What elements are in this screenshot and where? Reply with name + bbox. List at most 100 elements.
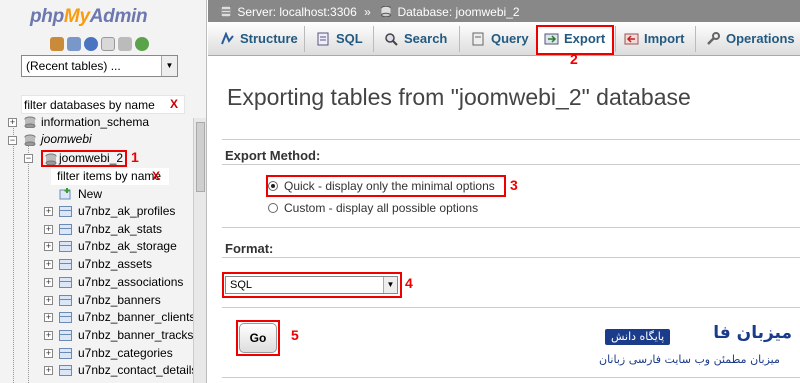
table-item[interactable]: u7nbz_ak_profiles bbox=[78, 203, 175, 219]
expand-icon[interactable]: + bbox=[8, 118, 17, 127]
table-item[interactable]: u7nbz_assets bbox=[78, 256, 152, 272]
expand-icon[interactable]: + bbox=[44, 349, 53, 358]
table-item[interactable]: u7nbz_contact_details bbox=[78, 362, 197, 378]
table-item[interactable]: u7nbz_categories bbox=[78, 345, 173, 361]
clear-filter-button[interactable]: X bbox=[170, 97, 178, 111]
tab-query[interactable]: Query bbox=[467, 25, 529, 55]
filter-items-input[interactable]: filter items by name X bbox=[51, 168, 169, 185]
nav-scrollbar[interactable] bbox=[193, 118, 206, 383]
annotation-number-5: 5 bbox=[291, 327, 299, 343]
db-group-joomwebi[interactable]: joomwebi bbox=[41, 131, 92, 147]
table-item[interactable]: u7nbz_associations bbox=[78, 274, 183, 290]
watermark-title: میزبان فا bbox=[713, 323, 792, 343]
db-information-schema[interactable]: information_schema bbox=[41, 114, 149, 130]
table-icon bbox=[59, 365, 72, 376]
clear-filter-button[interactable]: X bbox=[152, 169, 160, 183]
divider bbox=[222, 227, 800, 228]
page-title: Exporting tables from "joomwebi_2" datab… bbox=[227, 84, 691, 110]
database-icon bbox=[24, 116, 36, 128]
settings-icon[interactable] bbox=[118, 37, 132, 51]
tab-separator bbox=[304, 26, 305, 52]
table-icon bbox=[59, 259, 72, 270]
collapse-icon[interactable]: − bbox=[8, 136, 17, 145]
table-icon bbox=[59, 295, 72, 306]
tab-sql[interactable]: SQL bbox=[312, 25, 363, 55]
watermark-logo: پایگاه دانش میزبان فا میزبان مطمئن وب سا… bbox=[595, 323, 800, 375]
database-icon bbox=[381, 6, 392, 18]
home-icon[interactable] bbox=[50, 37, 64, 51]
expand-icon[interactable]: + bbox=[44, 313, 53, 322]
table-item[interactable]: u7nbz_banner_tracks bbox=[78, 327, 193, 343]
expand-icon[interactable]: + bbox=[44, 242, 53, 251]
breadcrumb: Server: localhost:3306 » Database: joomw… bbox=[208, 0, 800, 22]
divider bbox=[222, 257, 800, 258]
tab-separator bbox=[695, 26, 696, 52]
divider bbox=[222, 307, 800, 308]
radio-custom[interactable] bbox=[268, 203, 278, 213]
reload-icon[interactable] bbox=[135, 37, 149, 51]
tree-line bbox=[28, 145, 29, 383]
format-label: Format: bbox=[225, 241, 274, 256]
expand-icon[interactable]: + bbox=[44, 331, 53, 340]
table-icon bbox=[59, 224, 72, 235]
table-icon bbox=[59, 312, 72, 323]
table-item[interactable]: u7nbz_ak_storage bbox=[78, 238, 177, 254]
docs-icon[interactable] bbox=[101, 37, 115, 51]
server-icon bbox=[221, 6, 231, 18]
scrollbar-thumb[interactable] bbox=[196, 122, 205, 192]
divider bbox=[222, 139, 800, 140]
watermark-badge: پایگاه دانش bbox=[605, 329, 671, 345]
recent-tables-select[interactable]: (Recent tables) ... ▼ bbox=[21, 55, 178, 77]
tab-structure[interactable]: Structure bbox=[216, 25, 298, 55]
table-icon bbox=[59, 241, 72, 252]
tab-separator bbox=[459, 26, 460, 52]
breadcrumb-separator: » bbox=[364, 4, 371, 19]
new-table-link[interactable]: New bbox=[78, 186, 102, 202]
expand-icon[interactable]: + bbox=[44, 207, 53, 216]
tab-import[interactable]: Import bbox=[620, 25, 684, 55]
expand-icon[interactable]: + bbox=[44, 260, 53, 269]
method-custom-option[interactable]: Custom - display all possible options bbox=[268, 199, 478, 217]
table-item[interactable]: u7nbz_banner_clients bbox=[78, 309, 195, 325]
database-icon bbox=[45, 153, 57, 165]
expand-icon[interactable]: + bbox=[44, 278, 53, 287]
search-icon bbox=[385, 33, 398, 46]
chevron-down-icon: ▼ bbox=[383, 277, 397, 293]
sql-icon bbox=[317, 32, 329, 46]
help-icon[interactable] bbox=[84, 37, 98, 51]
chevron-down-icon: ▼ bbox=[161, 56, 177, 76]
radio-quick[interactable] bbox=[268, 181, 278, 191]
filter-databases-input[interactable]: filter databases by name X bbox=[21, 95, 185, 114]
table-item[interactable]: u7nbz_ak_stats bbox=[78, 221, 162, 237]
tab-operations[interactable]: Operations bbox=[702, 25, 795, 55]
phpmyadmin-logo[interactable]: phpMyAdmin bbox=[30, 6, 148, 28]
tab-separator bbox=[373, 26, 374, 52]
expand-icon[interactable]: + bbox=[44, 225, 53, 234]
watermark-subtitle: میزبان مطمئن وب سایت فارسی زبانان bbox=[599, 353, 780, 366]
expand-icon[interactable]: + bbox=[44, 296, 53, 305]
structure-icon bbox=[221, 32, 234, 45]
tree-line bbox=[13, 120, 14, 383]
table-icon bbox=[59, 206, 72, 217]
new-table-icon bbox=[59, 188, 71, 200]
breadcrumb-server[interactable]: Server: localhost:3306 bbox=[237, 5, 356, 19]
export-icon bbox=[544, 33, 559, 45]
table-icon bbox=[59, 330, 72, 341]
nav-icon-bar bbox=[50, 37, 149, 51]
export-method-label: Export Method: bbox=[225, 148, 321, 163]
go-button[interactable]: Go bbox=[239, 323, 277, 353]
table-item[interactable]: u7nbz_banners bbox=[78, 292, 161, 308]
annotation-number-4: 4 bbox=[405, 275, 413, 291]
collapse-icon[interactable]: − bbox=[24, 154, 33, 163]
tab-search[interactable]: Search bbox=[380, 25, 447, 55]
navigation-panel: phpMyAdmin (Recent tables) ... ▼ filter … bbox=[0, 0, 207, 383]
exit-icon[interactable] bbox=[67, 37, 81, 51]
method-quick-option[interactable]: Quick - display only the minimal options bbox=[268, 177, 495, 195]
format-select[interactable]: SQL ▼ bbox=[225, 276, 398, 294]
db-joomwebi-2[interactable]: joomwebi_2 bbox=[59, 150, 123, 166]
query-icon bbox=[472, 32, 484, 46]
wrench-icon bbox=[707, 32, 720, 45]
expand-icon[interactable]: + bbox=[44, 366, 53, 375]
table-icon bbox=[59, 348, 72, 359]
breadcrumb-database[interactable]: Database: joomwebi_2 bbox=[397, 5, 519, 19]
